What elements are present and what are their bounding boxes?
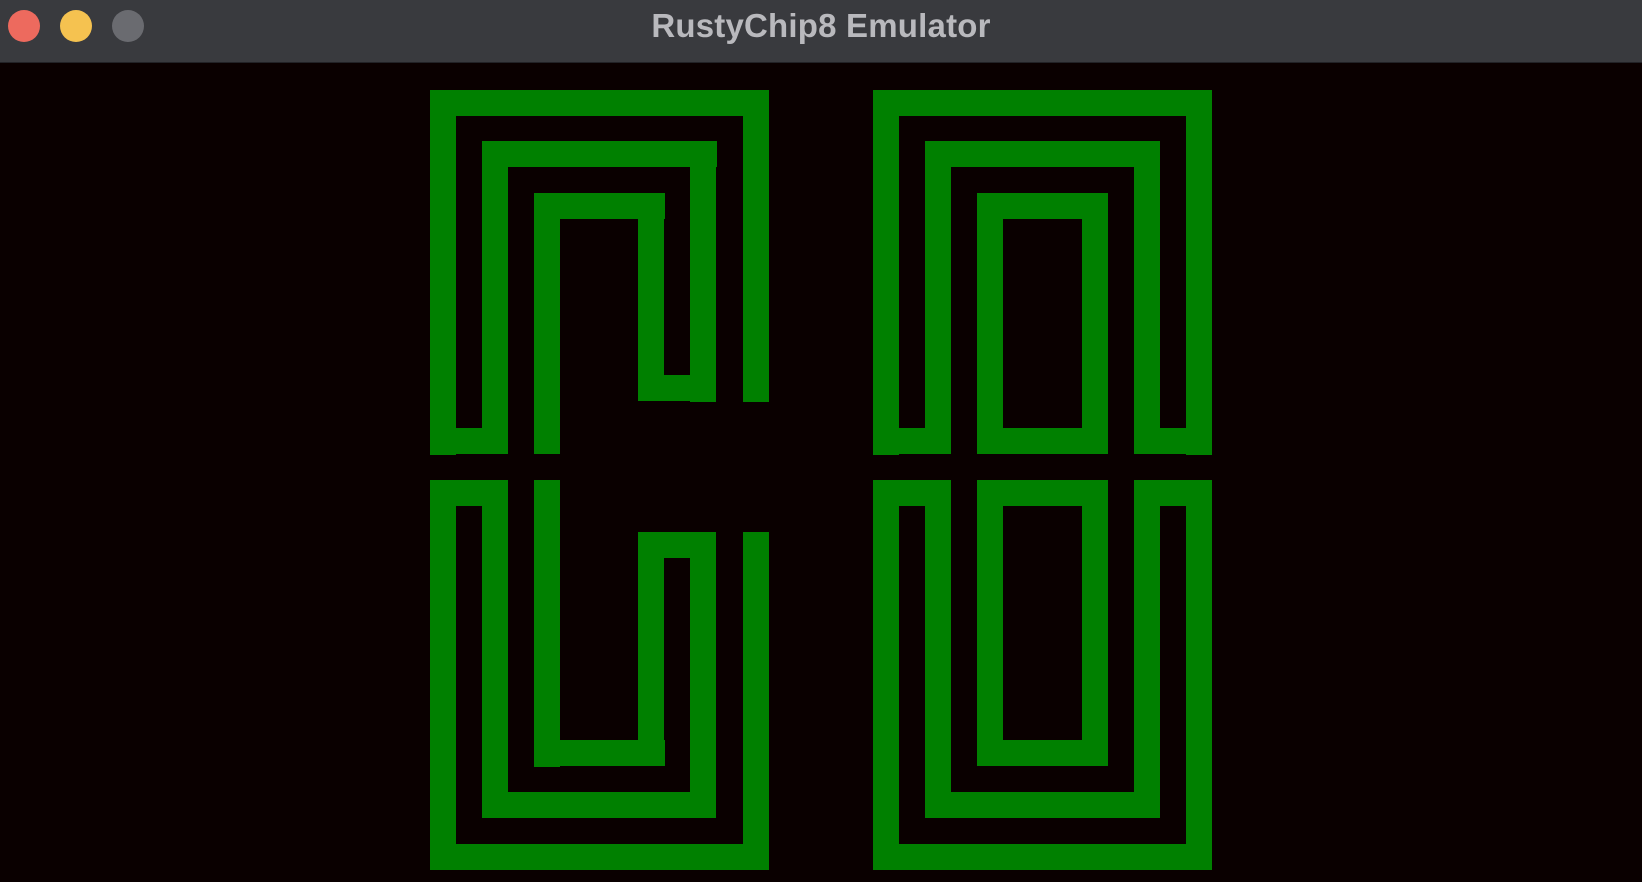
- display-pixel-block: [977, 480, 1003, 766]
- display-pixel-block: [534, 193, 560, 454]
- emulator-screen: [0, 63, 1642, 882]
- display-pixel-block: [873, 844, 1212, 870]
- display-pixel-block: [430, 844, 769, 870]
- display-pixel-block: [1186, 480, 1212, 870]
- display-pixel-block: [430, 480, 456, 870]
- display-pixel-block: [925, 141, 951, 454]
- display-pixel-block: [430, 90, 456, 455]
- display-pixel-block: [977, 428, 1108, 454]
- display-pixel-block: [1186, 90, 1212, 455]
- display-pixel-block: [977, 193, 1003, 454]
- display-pixel-block: [925, 480, 951, 818]
- display-pixel-block: [638, 193, 664, 401]
- display-pixel-block: [690, 141, 716, 402]
- display-pixel-block: [482, 792, 716, 818]
- display-pixel-block: [743, 532, 769, 870]
- display-pixel-block: [743, 90, 769, 402]
- display-pixel-block: [873, 90, 899, 455]
- display-pixel-block: [1082, 480, 1108, 766]
- display-pixel-block: [1134, 480, 1160, 818]
- display-pixel-block: [430, 90, 769, 116]
- display-pixel-block: [1082, 193, 1108, 454]
- emulator-window: RustyChip8 Emulator: [0, 0, 1642, 882]
- display-pixel-block: [690, 532, 716, 818]
- display-pixel-block: [482, 480, 508, 818]
- display-pixel-block: [534, 480, 560, 767]
- chip8-display: [0, 63, 1642, 882]
- display-pixel-block: [638, 532, 664, 766]
- display-pixel-block: [873, 90, 1212, 116]
- display-pixel-block: [482, 141, 508, 454]
- title-bar[interactable]: RustyChip8 Emulator: [0, 0, 1642, 63]
- display-pixel-block: [873, 480, 899, 870]
- display-pixel-block: [977, 740, 1108, 766]
- display-pixel-block: [925, 792, 1160, 818]
- display-pixel-block: [482, 141, 717, 167]
- display-pixel-block: [925, 141, 1160, 167]
- display-pixel-block: [1134, 141, 1160, 454]
- display-background: [0, 63, 1642, 882]
- window-title: RustyChip8 Emulator: [651, 7, 991, 44]
